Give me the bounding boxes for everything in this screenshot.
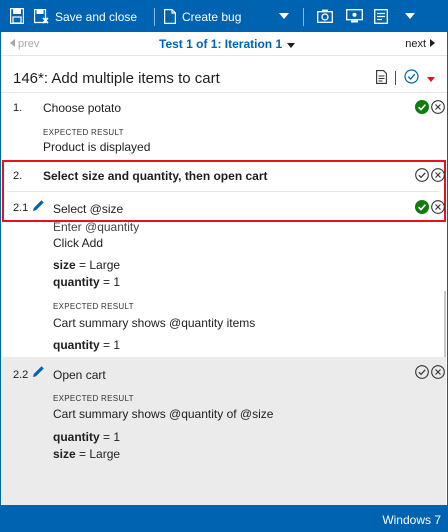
- outcome-check-icon[interactable]: [404, 69, 419, 87]
- param-value: 1: [113, 430, 121, 444]
- param-name: size: [53, 258, 76, 272]
- status-bar: Windows 7: [1, 505, 448, 532]
- notes-icon[interactable]: [374, 9, 388, 24]
- parameter-quantity: quantity = 1: [53, 275, 120, 289]
- save-and-close-label: Save and close: [55, 9, 138, 24]
- param-value: 1: [113, 275, 121, 289]
- fail-icon[interactable]: [431, 200, 445, 217]
- step-number: 1.: [13, 102, 23, 114]
- actions-divider: [395, 71, 396, 85]
- create-bug-button[interactable]: Create bug: [164, 1, 241, 32]
- chevron-down-icon: [287, 37, 296, 51]
- step-number: 2.: [13, 170, 23, 182]
- expected-result-label: EXPECTED RESULT: [43, 128, 124, 137]
- outcome-dropdown-icon[interactable]: [427, 71, 435, 85]
- toolbar-divider: [154, 8, 155, 26]
- param-separator: =: [99, 275, 114, 289]
- prev-label: prev: [18, 38, 40, 50]
- edit-pencil-icon[interactable]: [32, 365, 45, 381]
- iteration-selector[interactable]: Test 1 of 1: Iteration 1: [159, 37, 296, 51]
- step-action: Choose potato: [43, 101, 122, 115]
- toolbar-divider: [303, 8, 304, 26]
- step-outcome: [415, 168, 445, 185]
- step-outcome: [415, 200, 445, 217]
- param-value: Large: [89, 258, 121, 272]
- chevron-right-icon: [430, 38, 435, 50]
- test-case-title: 146*: Add multiple items to cart: [13, 70, 220, 87]
- parameter-size: size = Large: [53, 258, 120, 272]
- step-number: 2.2: [13, 369, 29, 381]
- expected-parameter-size: size = Large: [53, 447, 120, 461]
- next-label: next: [405, 38, 426, 50]
- edit-pencil-icon[interactable]: [32, 199, 45, 215]
- pass-outline-icon[interactable]: [415, 365, 429, 382]
- expected-result-label: EXPECTED RESULT: [53, 302, 134, 311]
- expected-result-text: Product is displayed: [43, 140, 151, 154]
- param-name: quantity: [53, 430, 100, 444]
- test-case-header: 146*: Add multiple items to cart: [1, 61, 447, 93]
- create-bug-dropdown-icon[interactable]: [279, 13, 289, 19]
- chevron-left-icon: [10, 38, 15, 50]
- param-name: quantity: [53, 338, 100, 352]
- next-button[interactable]: next: [405, 38, 435, 50]
- screen-recording-icon[interactable]: [346, 9, 363, 23]
- step-action-line: Enter @quantity: [53, 220, 140, 234]
- bug-document-icon: [164, 9, 176, 24]
- fail-icon[interactable]: [431, 100, 445, 117]
- save-icon[interactable]: [10, 8, 24, 24]
- step-action-line: Click Add: [53, 236, 104, 250]
- step-outcome: [415, 365, 445, 382]
- prev-button[interactable]: prev: [10, 38, 39, 50]
- param-separator: =: [99, 338, 114, 352]
- expected-parameter-quantity: quantity = 1: [53, 430, 120, 444]
- save-close-icon: [34, 9, 49, 24]
- iteration-title: Test 1 of 1: Iteration 1: [159, 37, 283, 51]
- param-name: size: [53, 447, 76, 461]
- param-name: quantity: [53, 275, 100, 289]
- expected-result-text: Cart summary shows @quantity items: [53, 316, 256, 330]
- param-value: 1: [113, 338, 121, 352]
- step-action: Select size and quantity, then open cart: [43, 169, 268, 183]
- pass-icon[interactable]: [415, 200, 429, 217]
- step-number: 2.1: [13, 202, 29, 214]
- create-bug-label: Create bug: [182, 9, 242, 24]
- toolbar: Save and close Create bug: [1, 1, 447, 32]
- pass-outline-icon[interactable]: [415, 168, 429, 185]
- step-action-line: Select @size: [53, 202, 124, 216]
- save-and-close-button[interactable]: Save and close: [34, 1, 137, 32]
- os-label: Windows 7: [382, 513, 441, 527]
- iteration-navigation: prev Test 1 of 1: Iteration 1 next: [1, 32, 447, 56]
- step-action-line: Open cart: [53, 368, 106, 382]
- fail-icon[interactable]: [431, 365, 445, 382]
- param-value: Large: [89, 447, 121, 461]
- expected-parameter-quantity: quantity = 1: [53, 338, 120, 352]
- scrollbar-thumb[interactable]: [444, 291, 446, 361]
- param-separator: =: [99, 430, 114, 444]
- step-divider: [7, 191, 439, 192]
- pass-icon[interactable]: [415, 100, 429, 117]
- more-options-dropdown-icon[interactable]: [405, 13, 415, 19]
- test-runner-window: Save and close Create bug prev Test 1 of…: [0, 0, 448, 532]
- param-separator: =: [75, 447, 90, 461]
- camera-icon[interactable]: [317, 9, 333, 23]
- param-separator: =: [75, 258, 90, 272]
- step-outcome: [415, 100, 445, 117]
- test-case-actions: [376, 69, 435, 87]
- expected-result-text: Cart summary shows @quantity of @size: [53, 407, 274, 421]
- document-icon[interactable]: [376, 69, 387, 87]
- fail-icon[interactable]: [431, 168, 445, 185]
- expected-result-label: EXPECTED RESULT: [53, 394, 134, 403]
